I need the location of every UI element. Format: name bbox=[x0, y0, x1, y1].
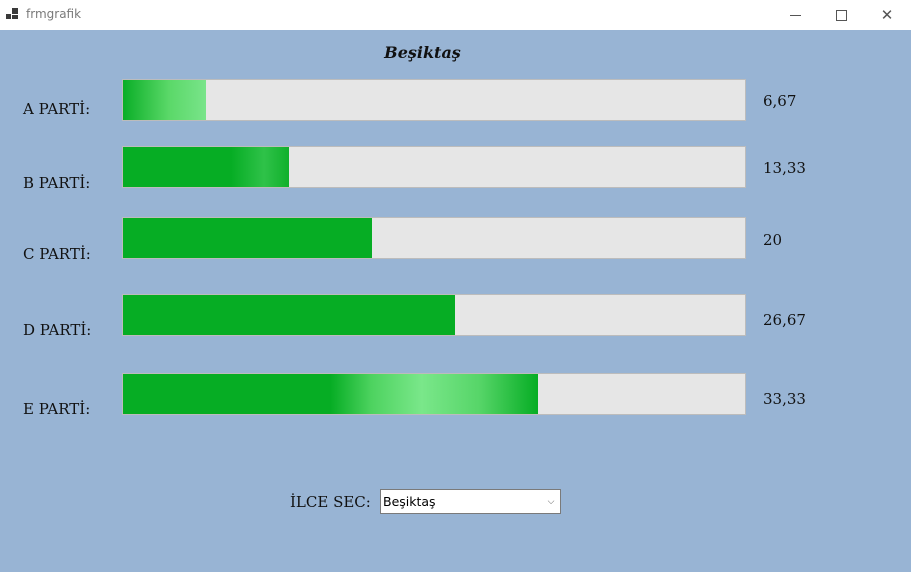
party-c-value: 20 bbox=[763, 231, 783, 249]
app-icon bbox=[6, 8, 20, 22]
close-button[interactable]: ✕ bbox=[864, 0, 910, 30]
party-b-label: B PARTİ: bbox=[23, 174, 91, 192]
district-heading: Beşiktaş bbox=[384, 43, 461, 62]
party-e-progress-fill bbox=[123, 374, 538, 414]
maximize-button[interactable] bbox=[818, 0, 864, 30]
party-d-progress-bar bbox=[122, 294, 746, 336]
window-title: frmgrafik bbox=[26, 7, 82, 21]
minimize-button[interactable] bbox=[772, 0, 818, 30]
district-select-value: Beşiktaş bbox=[383, 494, 436, 509]
maximize-icon bbox=[835, 9, 847, 21]
party-e-value: 33,33 bbox=[763, 390, 806, 408]
party-d-value: 26,67 bbox=[763, 311, 806, 329]
party-a-progress-bar bbox=[122, 79, 746, 121]
party-e-progress-bar bbox=[122, 373, 746, 415]
party-a-progress-fill bbox=[123, 80, 206, 120]
party-c-label: C PARTİ: bbox=[23, 245, 91, 263]
minimize-icon bbox=[789, 14, 801, 16]
title-bar: frmgrafik ✕ bbox=[0, 0, 911, 30]
party-d-label: D PARTİ: bbox=[23, 321, 92, 339]
app-window: frmgrafik ✕ Beşiktaş A PARTİ: 6,67 B PAR… bbox=[0, 0, 911, 572]
party-b-value: 13,33 bbox=[763, 159, 806, 177]
district-select[interactable]: Beşiktaş ⌵ bbox=[380, 489, 561, 514]
party-e-label: E PARTİ: bbox=[23, 400, 91, 418]
party-c-progress-fill bbox=[123, 218, 372, 258]
party-a-value: 6,67 bbox=[763, 92, 797, 110]
party-b-progress-fill bbox=[123, 147, 289, 187]
district-select-label: İLCE SEC: bbox=[290, 493, 371, 511]
party-b-progress-bar bbox=[122, 146, 746, 188]
party-c-progress-bar bbox=[122, 217, 746, 259]
party-a-label: A PARTİ: bbox=[23, 100, 91, 118]
party-d-progress-fill bbox=[123, 295, 455, 335]
chevron-down-icon[interactable]: ⌵ bbox=[542, 490, 560, 513]
close-icon: ✕ bbox=[880, 5, 894, 24]
